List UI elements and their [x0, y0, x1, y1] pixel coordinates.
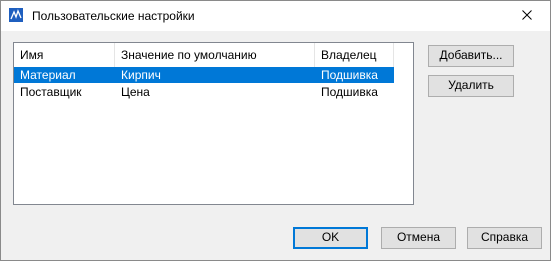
app-icon [9, 8, 23, 22]
close-icon [522, 9, 532, 23]
column-header-name[interactable]: Имя [14, 43, 115, 67]
add-button[interactable]: Добавить... [428, 45, 514, 67]
user-settings-dialog: Пользовательские настройки Имя Значение … [0, 0, 551, 261]
list-item[interactable]: Материал Кирпич Подшивка [14, 67, 394, 83]
delete-button[interactable]: Удалить [428, 75, 514, 97]
settings-list[interactable]: Имя Значение по умолчанию Владелец Матер… [13, 42, 414, 205]
cell-default-value: Кирпич [121, 68, 161, 82]
cell-owner: Подшивка [321, 68, 378, 82]
cell-default-value: Цена [121, 85, 150, 99]
column-header-default-value[interactable]: Значение по умолчанию [115, 43, 315, 67]
help-button[interactable]: Справка [467, 227, 542, 249]
cell-owner: Подшивка [321, 85, 378, 99]
close-button[interactable] [504, 1, 550, 31]
window-title: Пользовательские настройки [32, 9, 195, 23]
cell-name: Материал [20, 68, 76, 82]
cancel-button[interactable]: Отмена [381, 227, 456, 249]
column-header-owner[interactable]: Владелец [315, 43, 394, 67]
cell-name: Поставщик [20, 85, 82, 99]
title-bar[interactable]: Пользовательские настройки [1, 1, 550, 31]
list-header: Имя Значение по умолчанию Владелец [14, 43, 413, 67]
ok-button[interactable]: OK [293, 227, 368, 249]
list-item[interactable]: Поставщик Цена Подшивка [14, 84, 394, 100]
